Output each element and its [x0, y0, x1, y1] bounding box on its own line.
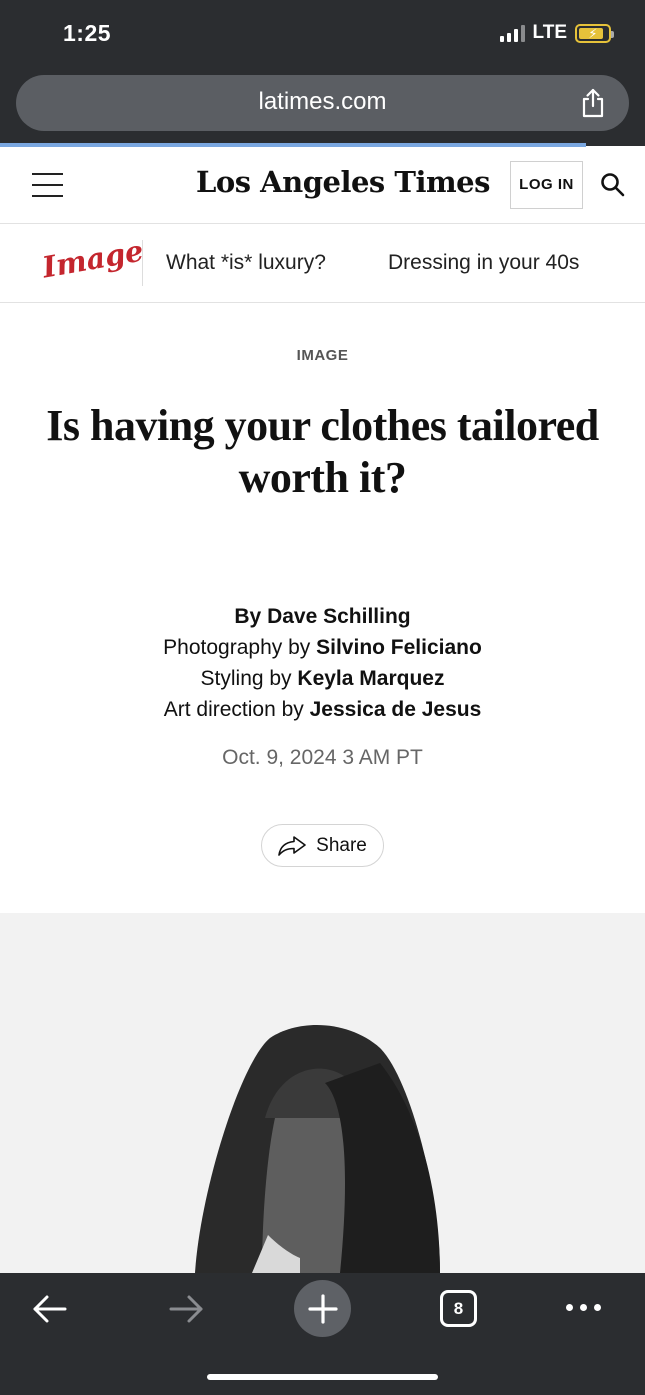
site-header: Los Angeles Times LOG IN — [0, 147, 645, 224]
plus-icon — [307, 1293, 338, 1324]
photo-credit: Photography by Silvino Feliciano — [163, 636, 482, 659]
site-logo[interactable]: Los Angeles Times — [196, 165, 490, 199]
status-indicators: LTE ⚡ — [499, 22, 614, 44]
signal-icon — [499, 24, 525, 42]
section-nav: Image What *is* luxury? Dressing in your… — [0, 224, 645, 303]
nav-divider — [142, 240, 143, 286]
article-kicker[interactable]: IMAGE — [0, 347, 645, 364]
more-options-icon[interactable] — [566, 1304, 601, 1311]
stylist-name: Keyla Marquez — [297, 667, 445, 690]
share-arrow-icon — [278, 835, 306, 856]
search-icon[interactable] — [600, 172, 626, 198]
share-button[interactable]: Share — [261, 824, 384, 867]
tab-count-button[interactable]: 8 — [440, 1290, 477, 1327]
art-credit: Art direction by Jessica de Jesus — [163, 698, 482, 721]
section-logo[interactable]: Image — [40, 233, 146, 284]
forward-arrow-icon[interactable] — [166, 1292, 206, 1326]
photographer-name: Silvino Feliciano — [316, 636, 482, 659]
art-director-name: Jessica de Jesus — [309, 698, 482, 721]
hero-photo — [0, 913, 645, 1273]
share-icon[interactable] — [579, 87, 607, 119]
share-label: Share — [316, 834, 367, 856]
byline: By Dave Schilling — [234, 605, 411, 628]
address-bar[interactable]: latimes.com — [16, 75, 629, 131]
author-name[interactable]: Dave Schilling — [267, 605, 411, 628]
article-credits: By Dave Schilling Photography by Silvino… — [0, 601, 645, 725]
new-tab-button[interactable] — [294, 1280, 351, 1337]
article-headline: Is having your clothes tailored worth it… — [46, 401, 599, 502]
hero-photo-illustration — [0, 913, 645, 1273]
back-arrow-icon[interactable] — [30, 1292, 70, 1326]
menu-icon[interactable] — [32, 173, 63, 197]
url-text[interactable]: latimes.com — [16, 88, 629, 116]
login-button[interactable]: LOG IN — [510, 161, 583, 209]
network-label: LTE — [532, 22, 567, 43]
nav-link-dressing[interactable]: Dressing in your 40s — [388, 251, 579, 275]
battery-icon: ⚡ — [575, 23, 614, 43]
nav-link-luxury[interactable]: What *is* luxury? — [166, 251, 326, 275]
status-time: 1:25 — [63, 20, 112, 46]
styling-credit: Styling by Keyla Marquez — [200, 667, 445, 690]
browser-top-bar: 1:25 LTE ⚡ latimes.com — [0, 0, 645, 146]
home-indicator — [207, 1374, 438, 1380]
article-date: Oct. 9, 2024 3 AM PT — [222, 746, 423, 769]
